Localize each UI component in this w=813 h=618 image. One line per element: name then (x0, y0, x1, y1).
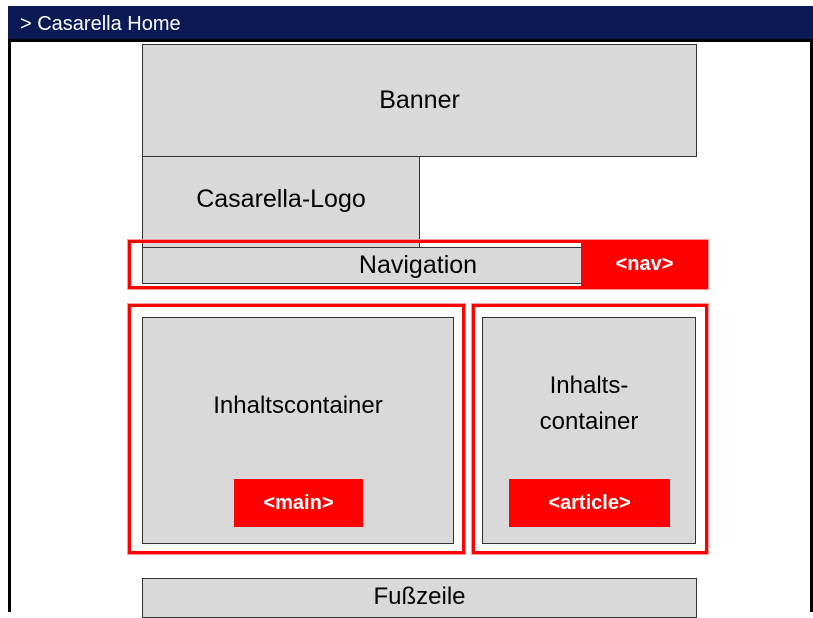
main-tag: <main> (234, 479, 363, 527)
navigation-label: Navigation (358, 251, 478, 279)
navigation-region: Navigation (142, 247, 584, 284)
banner-region: Banner (142, 44, 697, 157)
main-tag-label: <main> (263, 491, 334, 514)
footer-label: Fußzeile (373, 583, 466, 610)
article-tag-label: <article> (548, 491, 631, 514)
window-title: > Casarella Home (20, 13, 181, 35)
nav-tag-label: <nav> (615, 253, 674, 275)
logo-label: Casarella-Logo (196, 184, 366, 213)
nav-tag: <nav> (581, 240, 708, 289)
article-tag: <article> (509, 479, 670, 527)
main-content-label: Inhaltscontainer (213, 391, 383, 419)
footer-region: Fußzeile (142, 578, 697, 618)
banner-label: Banner (379, 86, 460, 114)
window-title-bar: > Casarella Home (8, 6, 813, 42)
logo-region: Casarella-Logo (142, 156, 420, 248)
article-content-label-line2: container (539, 407, 639, 435)
article-content-label-line1: Inhalts- (549, 371, 629, 399)
